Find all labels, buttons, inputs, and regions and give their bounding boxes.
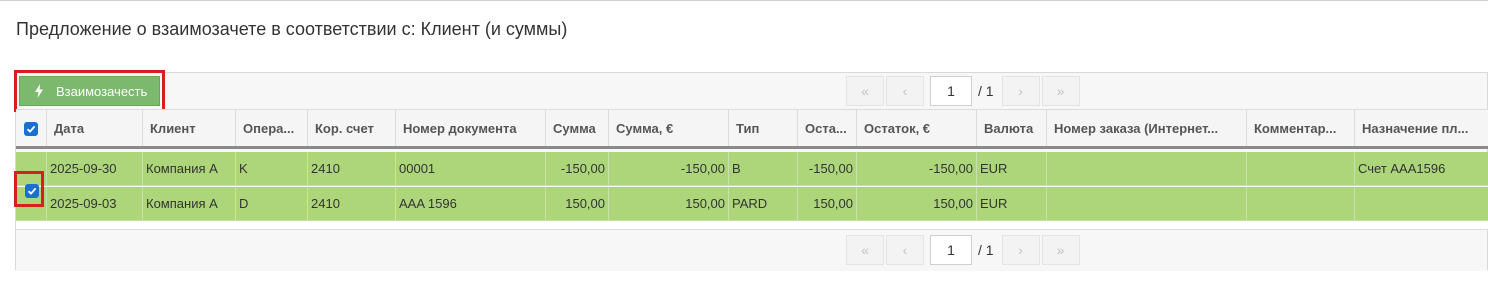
toolbar-highlight-frame: [14, 70, 165, 112]
checkbox-checked-icon: [24, 121, 38, 136]
cell-rest: 150,00: [798, 187, 857, 220]
cell-currency: EUR: [977, 187, 1047, 220]
cell-account: 2410: [308, 152, 396, 185]
column-header-comment[interactable]: Комментар...: [1247, 110, 1355, 147]
cell-document-number: AAA 1596: [396, 187, 546, 220]
cell-type: B: [729, 152, 798, 185]
cell-rest-eur: -150,00: [857, 152, 977, 185]
cell-rest: -150,00: [798, 152, 857, 185]
cell-comment: [1247, 152, 1355, 185]
cell-rest-eur: 150,00: [857, 187, 977, 220]
pager-top: « ‹ 1 / 1 › »: [846, 76, 1082, 106]
table-row[interactable]: 2025-09-30 Компания А K 2410 00001 -150,…: [16, 152, 1488, 186]
prev-page-button[interactable]: ‹: [886, 76, 924, 106]
cell-order-number: [1047, 187, 1247, 220]
next-page-button[interactable]: ›: [1001, 235, 1040, 265]
first-page-button[interactable]: «: [846, 76, 884, 106]
column-header-type[interactable]: Тип: [729, 110, 798, 147]
cell-date: 2025-09-03: [47, 187, 143, 220]
top-divider: [0, 0, 1488, 1]
column-header-purpose[interactable]: Назначение пл...: [1355, 110, 1488, 147]
table-row-empty: [16, 222, 1488, 229]
pager-bottom: « ‹ 1 / 1 › »: [846, 235, 1082, 265]
grid-toolbar: Взаимозачесть « ‹ 1 / 1 › »: [14, 70, 1487, 112]
cell-sum: -150,00: [546, 152, 609, 185]
column-header-sum-eur[interactable]: Сумма, €: [609, 110, 729, 147]
table-header: Дата Клиент Опера... Кор. счет Номер док…: [16, 109, 1488, 149]
offset-table: Дата Клиент Опера... Кор. счет Номер док…: [16, 109, 1488, 229]
page-number-input[interactable]: 1: [930, 235, 972, 265]
checkbox-highlight-frame: [14, 171, 44, 207]
cell-document-number: 00001: [396, 152, 546, 185]
cell-comment: [1247, 187, 1355, 220]
cell-date: 2025-09-30: [47, 152, 143, 185]
cell-sum-eur: 150,00: [609, 187, 729, 220]
cell-operation: K: [236, 152, 308, 185]
column-header-rest-eur[interactable]: Остаток, €: [857, 110, 977, 147]
page-total-label: / 1: [978, 83, 994, 99]
column-header-client[interactable]: Клиент: [143, 110, 236, 147]
select-all-checkbox[interactable]: [16, 110, 47, 147]
cell-currency: EUR: [977, 152, 1047, 185]
page-title: Предложение о взаимозачете в соответстви…: [16, 19, 568, 39]
first-page-button[interactable]: «: [846, 235, 884, 265]
last-page-button[interactable]: »: [1041, 235, 1080, 265]
column-header-account[interactable]: Кор. счет: [308, 110, 396, 147]
cell-account: 2410: [308, 187, 396, 220]
page-total-label: / 1: [978, 242, 994, 258]
cell-order-number: [1047, 152, 1247, 185]
cell-purpose: [1355, 187, 1488, 220]
offset-grid-panel: Взаимозачесть « ‹ 1 / 1 › » Дата Клиент …: [14, 70, 1488, 271]
cell-client: Компания А: [143, 152, 236, 185]
column-header-rest[interactable]: Оста...: [798, 110, 857, 147]
column-header-operation[interactable]: Опера...: [236, 110, 308, 147]
column-header-currency[interactable]: Валюта: [977, 110, 1047, 147]
last-page-button[interactable]: »: [1041, 76, 1080, 106]
cell-client: Компания А: [143, 187, 236, 220]
cell-operation: D: [236, 187, 308, 220]
cell-sum: 150,00: [546, 187, 609, 220]
grid-footer: [16, 229, 1487, 271]
column-header-date[interactable]: Дата: [47, 110, 143, 147]
next-page-button[interactable]: ›: [1001, 76, 1040, 106]
cell-sum-eur: -150,00: [609, 152, 729, 185]
table-row[interactable]: 2025-09-03 Компания А D 2410 AAA 1596 15…: [16, 187, 1488, 221]
cell-type: PARD: [729, 187, 798, 220]
column-header-sum[interactable]: Сумма: [546, 110, 609, 147]
page-number-input[interactable]: 1: [930, 76, 972, 106]
column-header-order-number[interactable]: Номер заказа (Интернет...: [1047, 110, 1247, 147]
table-body: 2025-09-30 Компания А K 2410 00001 -150,…: [16, 152, 1488, 229]
cell-purpose: Счет AAA1596: [1358, 161, 1446, 176]
column-header-document-number[interactable]: Номер документа: [396, 110, 546, 147]
prev-page-button[interactable]: ‹: [886, 235, 924, 265]
